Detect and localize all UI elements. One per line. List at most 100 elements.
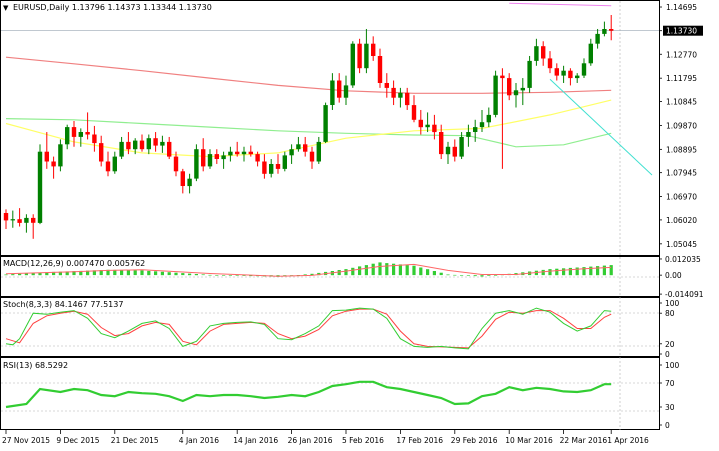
bear-candle — [377, 56, 383, 83]
macd-histogram-bar — [364, 265, 368, 276]
macd-histogram-bar — [494, 275, 498, 276]
bull-candle — [425, 124, 430, 128]
macd-histogram-bar — [460, 275, 464, 276]
bull-candle — [160, 141, 165, 146]
bull-candle — [350, 43, 355, 86]
bull-candle — [241, 151, 247, 155]
bear-candle — [452, 146, 457, 157]
macd-histogram-bar — [473, 275, 477, 277]
macd-histogram-bar — [371, 263, 375, 276]
bear-candle — [201, 149, 206, 167]
macd-histogram-bar — [541, 269, 545, 276]
price-tick-label: 1.08895 — [666, 145, 697, 154]
bull-candle — [78, 132, 83, 137]
bear-candle — [180, 171, 185, 186]
macd-histogram-bar — [419, 267, 423, 276]
bull-candle — [228, 151, 233, 156]
macd-histogram-bar — [609, 265, 613, 276]
macd-histogram-bar — [235, 275, 239, 276]
macd-histogram-bar — [188, 273, 192, 276]
bear-candle — [99, 143, 104, 162]
rsi-tick-label: 70 — [665, 379, 675, 388]
ma-green-line — [5, 118, 612, 148]
macd-histogram-bar — [439, 272, 443, 276]
bear-candle — [153, 138, 158, 146]
rsi-tick-label: 0 — [665, 421, 670, 430]
bull-candle — [221, 155, 226, 160]
date-tick-label: 21 Dec 2015 — [111, 436, 159, 445]
price-tick-label: 1.05045 — [666, 240, 697, 249]
bear-candle — [105, 161, 111, 172]
bull-candle — [445, 146, 451, 155]
magenta-line — [509, 2, 612, 7]
bear-candle — [405, 92, 410, 106]
date-tick-label: 5 Feb 2016 — [342, 436, 384, 445]
bull-candle — [466, 132, 471, 137]
bear-candle — [3, 213, 9, 221]
bear-candle — [418, 119, 423, 128]
bull-candle — [296, 144, 301, 150]
bull-candle — [479, 122, 485, 128]
bull-candle — [364, 43, 369, 69]
bear-candle — [126, 141, 131, 150]
bear-candle — [235, 151, 240, 155]
macd-histogram-bar — [208, 274, 212, 276]
bull-candle — [112, 156, 117, 172]
stoch-tick-label: 100 — [665, 299, 680, 308]
bull-candle — [459, 137, 464, 157]
bear-candle — [609, 29, 614, 31]
bull-candle — [581, 63, 587, 76]
macd-histogram-bar — [351, 267, 355, 276]
macd-histogram-bar — [555, 268, 559, 276]
bear-candle — [541, 46, 546, 59]
bull-candle — [527, 60, 532, 88]
bear-candle — [439, 132, 444, 155]
stoch-tick-label: 0 — [665, 350, 670, 359]
bull-candle — [207, 154, 213, 167]
bear-candle — [17, 219, 22, 223]
stoch-title: Stoch(8,3,3) 84.1467 77.5137 — [3, 300, 123, 309]
date-tick-label: 26 Jan 2016 — [288, 436, 333, 445]
macd-histogram-bar — [160, 271, 164, 276]
bull-candle — [65, 127, 70, 145]
macd-histogram-bar — [480, 275, 484, 277]
price-tick-label: 1.10845 — [666, 98, 697, 107]
rsi-tick-label: 30 — [665, 403, 675, 412]
bear-candle — [173, 156, 179, 172]
macd-title: MACD(12,26,9) 0.007470 0.005762 — [3, 259, 145, 268]
rsi-line — [5, 380, 612, 409]
macd-histogram-bar — [194, 274, 198, 276]
macd-histogram-bar — [133, 270, 137, 276]
macd-histogram-bar — [568, 267, 572, 276]
date-tick-label: 27 Nov 2015 — [2, 436, 50, 445]
ma-red-line — [5, 56, 612, 94]
bull-candle — [398, 92, 403, 98]
bear-candle — [255, 154, 260, 162]
bear-candle — [500, 75, 505, 79]
macd-histogram-bar — [378, 262, 382, 276]
bull-candle — [575, 75, 580, 79]
rsi-tick-label: 100 — [665, 361, 680, 370]
date-tick-label: 29 Feb 2016 — [451, 436, 498, 445]
bear-candle — [507, 78, 512, 96]
rsi-plot — [5, 380, 612, 409]
bear-candle — [31, 217, 36, 223]
stoch-tick-label: 80 — [665, 309, 675, 318]
macd-histogram-bar — [602, 265, 606, 276]
macd-tick-label: -0.014091 — [665, 290, 704, 299]
macd-histogram-bar — [466, 275, 470, 276]
macd-histogram-bar — [167, 272, 171, 276]
macd-histogram-bar — [432, 271, 436, 276]
macd-histogram-bar — [548, 269, 552, 276]
bear-candle — [92, 134, 97, 144]
price-plot — [1, 2, 659, 239]
bull-candle — [513, 90, 519, 96]
bull-candle — [282, 155, 287, 169]
bull-candle — [588, 43, 593, 64]
macd-histogram-bar — [11, 274, 15, 276]
menu-icon[interactable]: ▼ — [3, 4, 9, 12]
bear-candle — [432, 124, 437, 133]
bull-candle — [486, 114, 491, 123]
price-pane-frame — [0, 0, 660, 256]
bull-candle — [187, 178, 192, 187]
